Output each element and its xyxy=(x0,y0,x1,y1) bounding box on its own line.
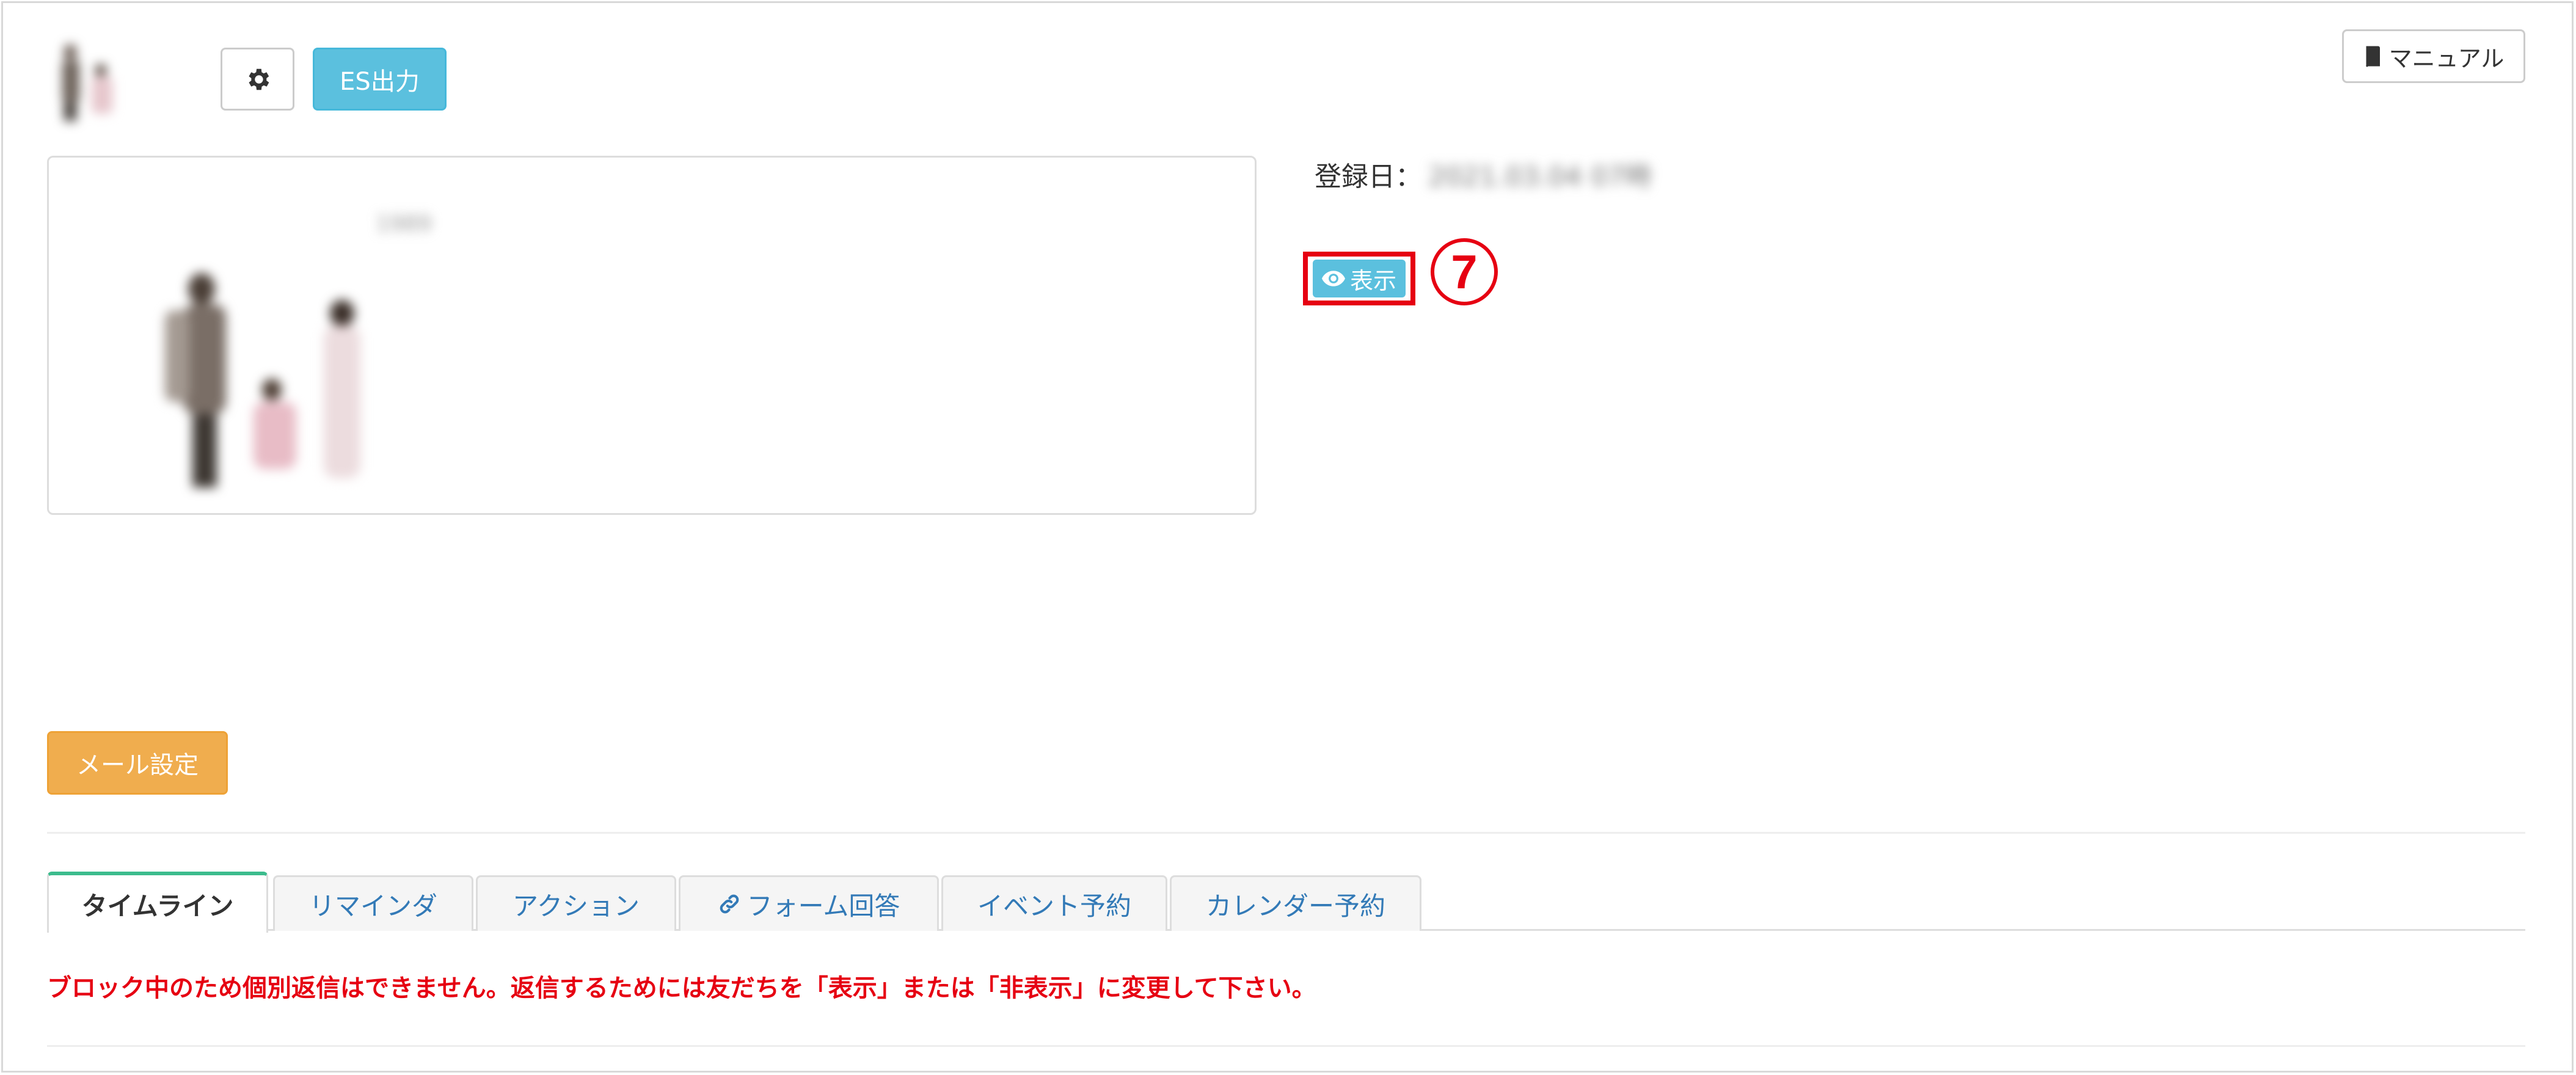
status-badge[interactable]: 表示 xyxy=(1313,260,1406,297)
tab-label: アクション xyxy=(513,891,640,921)
tab-label: タイムライン xyxy=(81,891,234,921)
es-export-button[interactable]: ES出力 xyxy=(313,48,447,111)
status-badge-label: 表示 xyxy=(1349,267,1396,294)
profile-card: 1989 xyxy=(47,156,1257,515)
book-icon xyxy=(2365,46,2380,67)
avatar-thumbnail xyxy=(62,45,112,121)
eye-icon xyxy=(1321,271,1345,286)
tab-event-reservation[interactable]: イベント予約 xyxy=(941,875,1167,931)
link-icon xyxy=(720,894,739,914)
tab-calendar-reservation[interactable]: カレンダー予約 xyxy=(1170,875,1421,931)
profile-name: 1989 xyxy=(376,211,432,236)
tab-timeline[interactable]: タイムライン xyxy=(47,872,268,933)
tab-label: カレンダー予約 xyxy=(1205,891,1385,921)
tab-label: リマインダ xyxy=(308,891,437,921)
blocked-warning-message: ブロック中のため個別返信はできません。返信するためには友だちを「表示」または「非… xyxy=(47,974,1316,1002)
manual-label: マニュアル xyxy=(2388,45,2505,72)
tab-reminder[interactable]: リマインダ xyxy=(273,875,473,931)
divider xyxy=(47,832,2525,834)
profile-photo xyxy=(165,273,360,487)
registered-label: 登録日： xyxy=(1315,161,1422,192)
step-callout: 7 xyxy=(1431,238,1498,305)
tab-action[interactable]: アクション xyxy=(476,875,676,931)
manual-button[interactable]: マニュアル xyxy=(2342,29,2525,83)
gear-icon xyxy=(248,68,269,90)
registered-date: 登録日： 2021.03.04 07時 xyxy=(1315,156,1652,192)
tab-form-answers[interactable]: フォーム回答 xyxy=(679,875,939,931)
step-callout-number: 7 xyxy=(1451,244,1478,299)
tab-bar: タイムライン リマインダ アクション フォーム回答 イベント予約 カレンダー予約 xyxy=(47,872,2525,933)
status-highlight: 表示 xyxy=(1303,252,1415,305)
mail-settings-button[interactable]: メール設定 xyxy=(47,731,228,795)
settings-button[interactable] xyxy=(221,48,294,111)
tab-label: イベント予約 xyxy=(977,891,1131,921)
tab-label: フォーム回答 xyxy=(746,891,900,921)
es-export-label: ES出力 xyxy=(340,67,420,96)
registered-value: 2021.03.04 07時 xyxy=(1428,161,1652,192)
divider xyxy=(47,1045,2525,1047)
mail-settings-label: メール設定 xyxy=(76,751,199,779)
